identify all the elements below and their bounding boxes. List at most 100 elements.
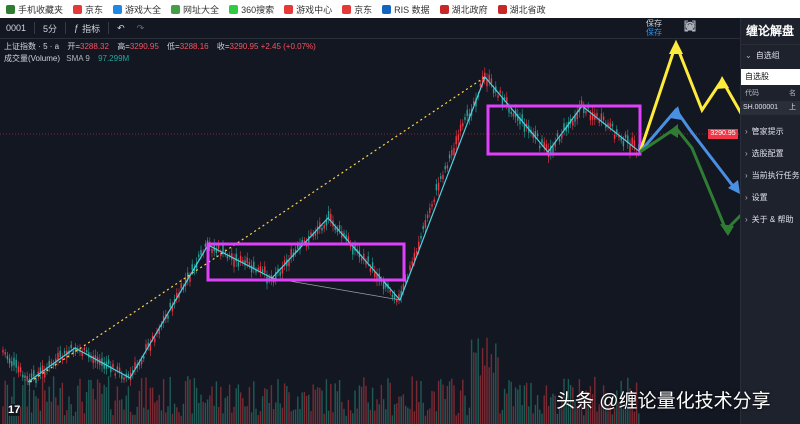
- volume-bar: [321, 390, 323, 424]
- volume-bar: [132, 414, 134, 424]
- volume-bar: [145, 377, 147, 424]
- volume-bar: [525, 382, 528, 424]
- volume-bar: [429, 408, 431, 424]
- volume-bar: [154, 402, 156, 424]
- volume-bar: [206, 399, 209, 424]
- panel-item-help[interactable]: › 关于 & 帮助: [741, 209, 800, 231]
- candle-body: [222, 245, 224, 253]
- volume-bar: [28, 389, 31, 424]
- chevron-down-icon: ⌄: [745, 51, 752, 60]
- volume-bar: [508, 380, 510, 424]
- volume-bar: [457, 413, 460, 424]
- candle-body: [508, 107, 510, 113]
- volume-bar: [305, 395, 308, 424]
- last-price-tag: 3290.95: [708, 129, 738, 139]
- open-value: 3288.32: [80, 42, 109, 51]
- col-name: 名: [789, 90, 796, 97]
- candle-body: [620, 138, 622, 141]
- volume-bar: [66, 410, 68, 424]
- candle-body: [140, 359, 143, 365]
- candle-body: [261, 269, 264, 272]
- table-row[interactable]: SH.000001 上: [741, 101, 800, 115]
- candle-body: [327, 211, 330, 219]
- volume-bar: [24, 378, 26, 424]
- close-value: 3290.95: [229, 42, 259, 51]
- candle-body: [602, 116, 605, 121]
- candle-body: [301, 240, 303, 243]
- volume-bar: [83, 413, 86, 424]
- volume-bar: [462, 379, 464, 424]
- candle-body: [352, 247, 354, 255]
- watermark: 头条 @缠论量化技术分享: [556, 391, 771, 412]
- volume-bar: [272, 408, 275, 424]
- panel-item-label: 设置: [751, 193, 768, 202]
- panel-item-stock-config[interactable]: › 选股配置: [741, 143, 800, 165]
- volume-bar: [556, 413, 559, 424]
- volume-bar: [374, 410, 376, 424]
- volume-bar: [250, 412, 253, 424]
- panel-item-tasks[interactable]: › 当前执行任务: [741, 165, 800, 187]
- volume-bar: [407, 407, 409, 424]
- candle-body: [250, 265, 253, 273]
- volume-bar: [99, 382, 101, 424]
- volume-bar: [160, 410, 163, 424]
- candle-body: [22, 374, 24, 378]
- candle-body: [457, 134, 460, 141]
- candle-body: [464, 117, 466, 120]
- volume-bar: [596, 411, 598, 424]
- volume-bar: [52, 376, 55, 424]
- volume-bar: [453, 385, 455, 424]
- panel-item-tips[interactable]: › 管家提示: [741, 121, 800, 143]
- panel-title: 缠论解盘: [741, 18, 800, 45]
- candle-body: [600, 113, 603, 121]
- tradingview-logo[interactable]: 17: [8, 404, 21, 416]
- volume-bar: [277, 379, 279, 424]
- volume-bar: [490, 354, 493, 424]
- volume-bar: [283, 383, 286, 424]
- candle-body: [191, 264, 193, 270]
- panel-item-settings[interactable]: › 设置: [741, 187, 800, 209]
- volume-bar: [495, 343, 497, 424]
- volume-bar: [330, 383, 332, 424]
- volume-bar: [389, 382, 391, 424]
- volume-bar: [387, 378, 389, 424]
- volume-bar: [550, 397, 552, 424]
- volume-bar: [202, 401, 204, 424]
- volume-bar: [30, 412, 33, 424]
- volume-bar: [633, 411, 636, 424]
- row-code: SH.000001: [743, 104, 779, 111]
- watchlist-select[interactable]: 自选股: [741, 69, 800, 85]
- volume-bar: [363, 377, 365, 424]
- volume-bar: [435, 411, 438, 424]
- candle-body: [143, 356, 145, 359]
- candle-body: [613, 134, 616, 139]
- volume-bar: [468, 407, 471, 424]
- candle-body: [123, 377, 125, 380]
- volume-bar: [369, 409, 372, 424]
- volume-bar: [523, 385, 526, 424]
- volume-bar: [539, 409, 541, 424]
- candle-body: [556, 133, 559, 137]
- volume-bar: [365, 385, 367, 424]
- volume-bar: [404, 405, 407, 424]
- volume-bar: [13, 377, 15, 424]
- volume-bar: [57, 405, 59, 424]
- volume-bar: [466, 415, 468, 424]
- volume-bar: [488, 367, 490, 424]
- volume-bar: [261, 396, 264, 424]
- volume-bar: [50, 401, 53, 424]
- candle-body: [4, 352, 6, 355]
- volume-bar: [244, 406, 246, 424]
- volume-bar: [354, 390, 356, 424]
- panel-item-label: 管家提示: [751, 127, 784, 136]
- volume-bar: [391, 415, 394, 424]
- volume-bar: [492, 372, 495, 424]
- volume-bars: [2, 337, 640, 424]
- candle-body: [264, 266, 266, 273]
- candle-body: [200, 250, 202, 255]
- candle-body: [382, 282, 385, 290]
- volume-bar: [39, 410, 42, 424]
- candle-body: [35, 378, 37, 384]
- volume-bar: [380, 384, 383, 424]
- watchlist-group[interactable]: ⌄ 自选组: [741, 45, 800, 67]
